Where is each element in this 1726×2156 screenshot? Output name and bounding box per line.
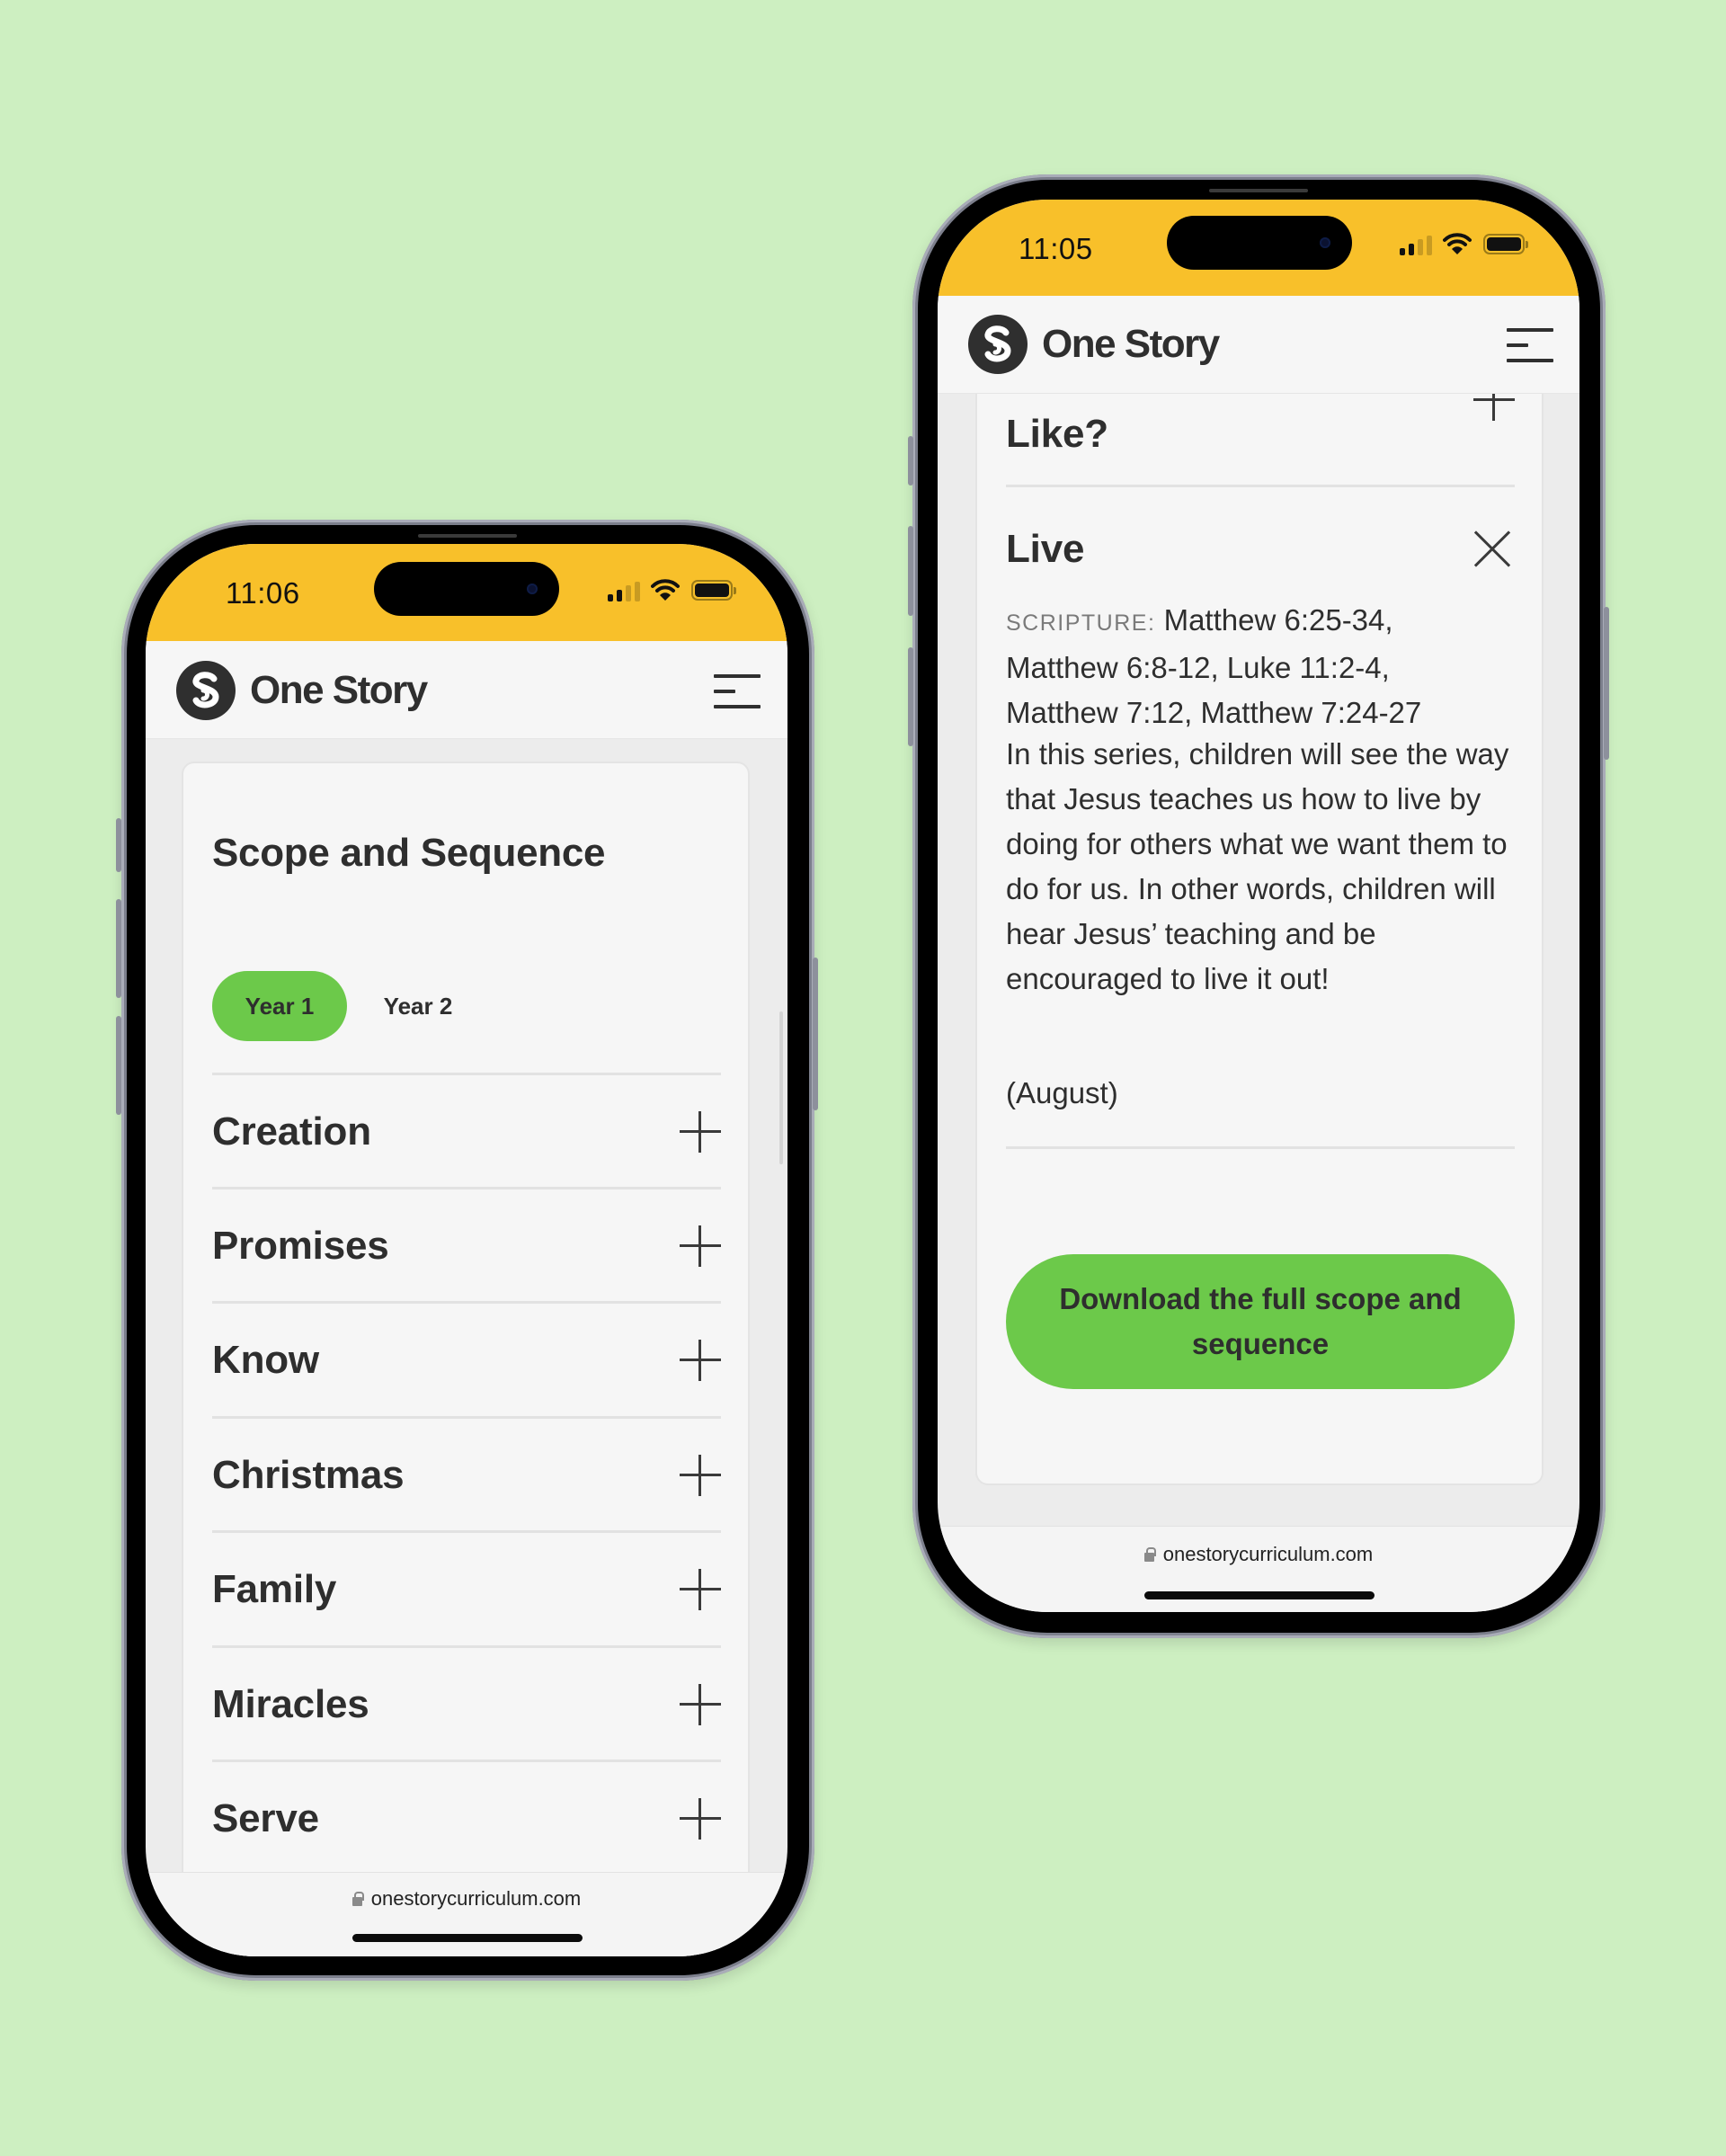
dynamic-island <box>1167 216 1352 270</box>
browser-address-bar[interactable]: onestorycurriculum.com <box>938 1526 1579 1612</box>
lock-icon <box>1143 1547 1156 1562</box>
brand-logo[interactable]: One Story <box>968 315 1220 374</box>
plus-icon[interactable] <box>680 1798 721 1840</box>
plus-icon[interactable] <box>680 1111 721 1153</box>
front-camera <box>527 584 538 594</box>
plus-icon[interactable] <box>680 1684 721 1725</box>
scripture-line: Matthew 6:8-12, Luke 11:2-4, <box>1006 651 1390 684</box>
plus-icon[interactable] <box>680 1569 721 1610</box>
volume-down-button <box>116 1016 121 1115</box>
battery-icon <box>1483 234 1528 254</box>
home-indicator[interactable] <box>1144 1591 1375 1599</box>
side-button <box>1604 607 1609 760</box>
battery-icon <box>691 580 736 601</box>
scripture-line: Matthew 7:12, Matthew 7:24-27 <box>1006 696 1422 729</box>
accordion-item-miracles[interactable]: Miracles <box>212 1648 721 1762</box>
accordion-item-christmas[interactable]: Christmas <box>212 1419 721 1533</box>
status-time: 11:05 <box>1019 232 1093 265</box>
page-title: Scope and Sequence <box>212 831 606 875</box>
volume-down-button <box>908 647 913 746</box>
accordion-item-live[interactable]: Live <box>1006 514 1515 593</box>
speaker-grille <box>1209 189 1308 192</box>
plus-icon[interactable] <box>680 1455 721 1496</box>
accordion-item-like[interactable]: Like? <box>1006 379 1515 468</box>
home-indicator[interactable] <box>352 1934 583 1942</box>
accordion-title: Like? <box>1006 412 1108 456</box>
url-text: onestorycurriculum.com <box>1162 1543 1374 1565</box>
site-header: One Story <box>938 296 1579 394</box>
accordion-item-promises[interactable]: Promises <box>212 1189 721 1304</box>
cellular-signal-icon <box>1400 236 1432 255</box>
front-camera <box>1320 237 1330 248</box>
accordion-title: Serve <box>212 1796 319 1840</box>
plus-icon[interactable] <box>680 1340 721 1381</box>
dynamic-island <box>374 562 559 616</box>
plus-icon[interactable] <box>680 1225 721 1267</box>
scripture-label: SCRIPTURE: <box>1006 610 1156 636</box>
scope-sequence-card: Like? Live SCRIPTURE: Matthew 6:25-34, M… <box>975 343 1544 1485</box>
lock-icon <box>351 1892 364 1906</box>
wifi-icon <box>1443 233 1472 254</box>
divider <box>1006 485 1515 487</box>
browser-address-bar[interactable]: onestorycurriculum.com <box>146 1872 787 1956</box>
cellular-signal-icon <box>608 582 640 601</box>
accordion-title: Christmas <box>212 1453 405 1497</box>
scope-sequence-card: Scope and Sequence Year 1 Year 2 Creatio… <box>182 762 750 1956</box>
one-story-s-logo-icon <box>176 661 236 720</box>
accordion-item-know[interactable]: Know <box>212 1304 721 1418</box>
side-button <box>813 958 818 1110</box>
brand-name: One Story <box>250 668 428 712</box>
hamburger-menu-icon[interactable] <box>1507 328 1553 364</box>
accordion-title: Live <box>1006 527 1085 571</box>
tab-label: Year 1 <box>245 992 315 1020</box>
status-bar: 11:06 <box>146 544 787 641</box>
download-scope-sequence-button[interactable]: Download the full scope and sequence <box>1006 1254 1515 1389</box>
url-display[interactable]: onestorycurriculum.com <box>938 1543 1579 1566</box>
action-button <box>116 818 121 872</box>
close-icon[interactable] <box>1473 530 1511 568</box>
accordion-item-creation[interactable]: Creation <box>212 1075 721 1189</box>
status-time: 11:06 <box>226 576 300 610</box>
one-story-s-logo-icon <box>968 315 1028 374</box>
accordion-title: Creation <box>212 1109 371 1154</box>
url-text: onestorycurriculum.com <box>370 1887 582 1910</box>
accordion-item-serve[interactable]: Serve <box>212 1762 721 1876</box>
accordion-title: Family <box>212 1567 337 1611</box>
brand-name: One Story <box>1042 322 1220 366</box>
series-description: In this series, children will see the wa… <box>1006 737 1509 995</box>
accordion-title: Miracles <box>212 1682 369 1726</box>
brand-logo[interactable]: One Story <box>176 661 428 720</box>
accordion-title: Promises <box>212 1224 389 1268</box>
site-header: One Story <box>146 641 787 739</box>
hamburger-menu-icon[interactable] <box>714 674 761 710</box>
left-phone-screen: 11:06 One Story Scope and Sequence Year … <box>146 544 787 1956</box>
speaker-grille <box>418 534 517 538</box>
url-display[interactable]: onestorycurriculum.com <box>146 1887 787 1911</box>
volume-up-button <box>116 899 121 998</box>
tab-year-2[interactable]: Year 2 <box>360 971 476 1041</box>
scrollbar[interactable] <box>779 1011 783 1164</box>
scripture-line: Matthew 6:25-34, <box>1163 603 1393 637</box>
tab-year-1[interactable]: Year 1 <box>212 971 347 1041</box>
accordion-item-family[interactable]: Family <box>212 1533 721 1647</box>
action-button <box>908 436 913 486</box>
series-month: (August) <box>1006 1076 1118 1109</box>
volume-up-button <box>908 526 913 616</box>
button-label: Download the full scope and sequence <box>1059 1282 1462 1360</box>
wifi-icon <box>651 579 680 601</box>
accordion-title: Know <box>212 1338 319 1382</box>
status-bar: 11:05 <box>938 200 1579 296</box>
right-phone-screen: Like? Live SCRIPTURE: Matthew 6:25-34, M… <box>938 200 1579 1612</box>
scripture-references: SCRIPTURE: Matthew 6:25-34, Matthew 6:8-… <box>1006 598 1527 735</box>
divider <box>1006 1146 1515 1149</box>
tab-label: Year 2 <box>383 992 453 1020</box>
